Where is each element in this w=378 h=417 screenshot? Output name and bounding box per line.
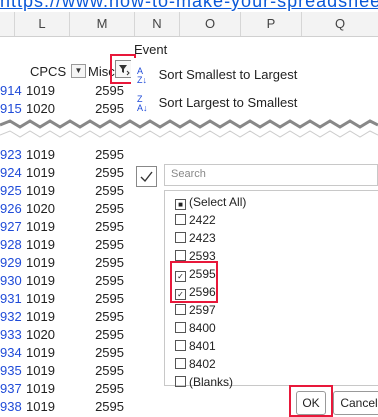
cell-l[interactable]: 1019 <box>26 236 55 254</box>
cell-m[interactable]: 2595 <box>72 182 124 200</box>
cell-l[interactable]: 1019 <box>26 308 55 326</box>
cell-l[interactable]: 1019 <box>26 362 55 380</box>
checklist-item-select-all[interactable]: ■ (Select All) <box>175 193 246 211</box>
row-number[interactable]: 927 <box>0 218 22 236</box>
checklist-item[interactable]: 8402 <box>175 355 216 373</box>
cell-m[interactable]: 2595 <box>72 344 124 362</box>
row-number[interactable]: 925 <box>0 182 22 200</box>
partial-checkbox-icon[interactable]: ■ <box>175 199 186 210</box>
checklist-label: 8400 <box>189 321 216 335</box>
checklist-item[interactable]: (Blanks) <box>175 373 233 391</box>
checklist-label: 8402 <box>189 357 216 371</box>
cell-m[interactable]: 2595 <box>72 254 124 272</box>
row-number[interactable]: 932 <box>0 308 22 326</box>
row-number[interactable]: 937 <box>0 380 22 398</box>
ok-button-highlight <box>289 385 333 417</box>
sort-ascending-icon: A Z↓ <box>137 65 147 85</box>
search-input[interactable]: Search <box>164 164 378 186</box>
checklist-label: 8401 <box>189 339 216 353</box>
cell-m[interactable]: 2595 <box>72 308 124 326</box>
row-number[interactable]: 924 <box>0 164 22 182</box>
checklist-label: 2597 <box>189 303 216 317</box>
selected-values-highlight <box>170 261 218 303</box>
sort-descending-item[interactable]: Z A↓ Sort Largest to Smallest <box>137 90 297 116</box>
row-number[interactable]: 928 <box>0 236 22 254</box>
checklist-label: 2423 <box>189 231 216 245</box>
checkbox-icon[interactable] <box>175 304 186 315</box>
row-number[interactable]: 934 <box>0 344 22 362</box>
cell-l[interactable]: 1019 <box>26 254 55 272</box>
cell-l[interactable]: 1019 <box>26 146 55 164</box>
row-number[interactable]: 914 <box>0 82 22 100</box>
checkbox-icon[interactable] <box>175 376 186 387</box>
cell-l[interactable]: 1019 <box>26 82 55 100</box>
column-header-spacer <box>0 12 15 36</box>
cell-m[interactable]: 2595 <box>72 164 124 182</box>
cell-l[interactable]: 1019 <box>26 344 55 362</box>
checklist-label: 2422 <box>189 213 216 227</box>
cell-l[interactable]: 1019 <box>26 272 55 290</box>
top-link-text[interactable]: https://www.how-to-make-your-spreadsheet… <box>0 0 378 12</box>
checklist-label: (Select All) <box>189 195 247 209</box>
top-link[interactable]: https://www.how-to-make-your-spreadsheet… <box>0 0 378 12</box>
checkbox-icon[interactable] <box>175 232 186 243</box>
column-header-m[interactable]: M <box>70 12 135 36</box>
checkbox-icon[interactable] <box>175 214 186 225</box>
checklist-item[interactable]: 2597 <box>175 301 216 319</box>
checklist-item[interactable]: 8401 <box>175 337 216 355</box>
cell-m[interactable]: 2595 <box>72 326 124 344</box>
column-header-n[interactable]: N <box>135 12 180 36</box>
row-number[interactable]: 931 <box>0 290 22 308</box>
cell-l[interactable]: 1020 <box>26 326 55 344</box>
number-filter-check[interactable] <box>136 166 157 187</box>
row-number[interactable]: 933 <box>0 326 22 344</box>
search-placeholder: Search <box>171 168 206 180</box>
row-number[interactable]: 926 <box>0 200 22 218</box>
sort-ascending-item[interactable]: A Z↓ Sort Smallest to Largest <box>137 62 297 88</box>
checklist-label: (Blanks) <box>189 375 234 389</box>
sort-descending-icon: Z A↓ <box>137 93 148 113</box>
cell-m[interactable]: 2595 <box>72 398 124 416</box>
cell-m[interactable]: 2595 <box>72 200 124 218</box>
cancel-button[interactable]: Cancel <box>333 391 378 415</box>
checklist-item[interactable]: 8400 <box>175 319 216 337</box>
checkbox-icon[interactable] <box>175 340 186 351</box>
cell-m[interactable]: 2595 <box>72 272 124 290</box>
cell-l[interactable]: 1019 <box>26 380 55 398</box>
cell-m[interactable]: 2595 <box>72 236 124 254</box>
column-header-l[interactable]: L <box>15 12 70 36</box>
torn-edge <box>0 115 378 141</box>
cell-m[interactable]: 2595 <box>72 362 124 380</box>
checklist-item[interactable]: 2423 <box>175 229 216 247</box>
checklist-item[interactable]: 2422 <box>175 211 216 229</box>
cell-l[interactable]: 1020 <box>26 200 55 218</box>
row-number[interactable]: 938 <box>0 398 22 416</box>
cell-l[interactable]: 1019 <box>26 182 55 200</box>
check-icon <box>140 171 153 183</box>
cell-m[interactable]: 2595 <box>72 218 124 236</box>
sort-ascending-label: Sort Smallest to Largest <box>158 67 298 82</box>
row-number[interactable]: 930 <box>0 272 22 290</box>
column-header-p[interactable]: P <box>241 12 302 36</box>
cell-m[interactable]: 2595 <box>72 290 124 308</box>
checkbox-icon[interactable] <box>175 358 186 369</box>
cell-m[interactable]: 2595 <box>72 380 124 398</box>
row-number[interactable]: 929 <box>0 254 22 272</box>
column-header-bar: L M N O P Q <box>0 12 378 37</box>
cell-l[interactable]: 1019 <box>26 164 55 182</box>
checkbox-icon[interactable] <box>175 250 186 261</box>
sort-descending-label: Sort Largest to Smallest <box>158 95 298 110</box>
checkbox-icon[interactable] <box>175 322 186 333</box>
cell-l[interactable]: 1019 <box>26 218 55 236</box>
cell-l[interactable]: 1019 <box>26 290 55 308</box>
cell-m[interactable]: 2595 <box>72 82 124 100</box>
cell-m[interactable]: 2595 <box>72 146 124 164</box>
row-number[interactable]: 923 <box>0 146 22 164</box>
column-header-q[interactable]: Q <box>302 12 378 36</box>
column-header-o[interactable]: O <box>180 12 241 36</box>
row-number[interactable]: 935 <box>0 362 22 380</box>
cell-l[interactable]: 1019 <box>26 398 55 416</box>
